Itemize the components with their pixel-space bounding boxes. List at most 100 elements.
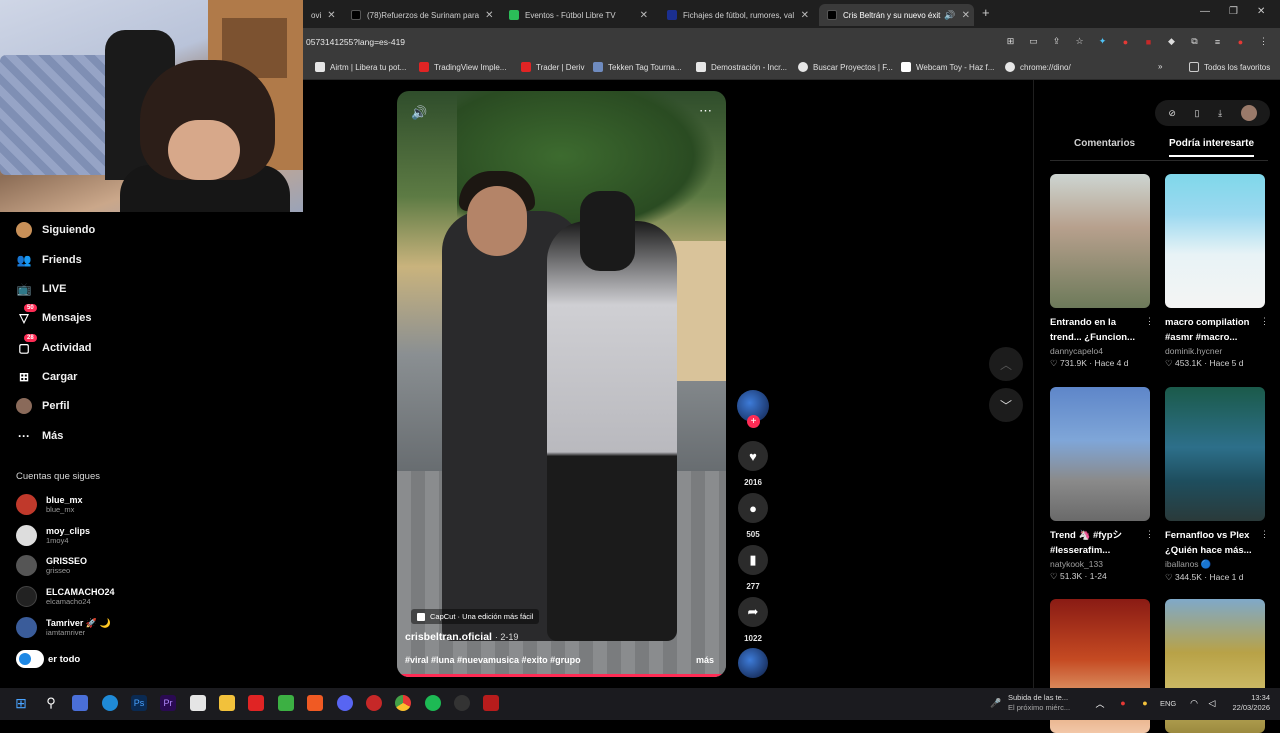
previous-video-button[interactable]: ︿	[989, 347, 1023, 381]
recommended-video-card[interactable]: Fernanfloo vs Plex ¿Quién hace más... iba…	[1165, 387, 1269, 583]
copilot-icon[interactable]	[72, 695, 88, 711]
tab-2[interactable]: Eventos - Fútbol Libre TV ✕	[501, 4, 656, 26]
close-icon[interactable]: ✕	[795, 10, 809, 21]
close-icon[interactable]: ✕	[321, 10, 335, 21]
video-progress-bar[interactable]	[397, 674, 726, 677]
notification-text[interactable]: Subida de las te... El próximo miérc...	[1008, 693, 1070, 713]
folder-icon[interactable]	[219, 695, 235, 711]
following-account[interactable]: moy_clips 1moy4	[16, 525, 90, 546]
extension-icon[interactable]: ■	[1142, 35, 1155, 48]
microphone-icon[interactable]: 🎤	[988, 695, 1004, 711]
bookmark-tekken[interactable]: Tekken Tag Tourna...	[593, 62, 682, 72]
video-hashtags[interactable]: #viral #luna #nuevamusica #exito #grupo	[405, 655, 581, 665]
share-icon[interactable]: ⇪	[1050, 35, 1063, 48]
following-account[interactable]: blue_mx blue_mx	[16, 494, 83, 515]
brave-icon[interactable]	[307, 695, 323, 711]
following-account[interactable]: GRISSEO grisseo	[16, 555, 87, 576]
like-action[interactable]: ♥ 2016	[737, 441, 769, 487]
card-more-icon[interactable]: ⋮	[1145, 529, 1154, 540]
sidebar-item-live[interactable]: 📺 LIVE	[16, 281, 67, 297]
minimize-icon[interactable]: —	[1200, 6, 1210, 17]
sidebar-item-following[interactable]: Siguiendo	[16, 222, 95, 238]
bookmark-webcamtoy[interactable]: Webcam Toy - Haz f...	[901, 62, 994, 72]
close-icon[interactable]: ✕	[956, 10, 970, 21]
extension-icon[interactable]: ●	[1119, 35, 1132, 48]
media-icon[interactable]: ≡	[1211, 35, 1224, 48]
video-thumbnail[interactable]	[1165, 387, 1265, 521]
comment-icon[interactable]: ●	[738, 493, 768, 523]
close-icon[interactable]: ✕	[479, 10, 493, 21]
edge-icon[interactable]	[102, 695, 118, 711]
tab-0[interactable]: ovi ✕	[303, 4, 343, 26]
tray-chevron-icon[interactable]: ︿	[1092, 695, 1108, 711]
chrome-icon[interactable]	[395, 695, 411, 711]
recommended-video-card[interactable]: Trend 🦄 #fypシ #lesserafim... natykook_133…	[1050, 387, 1154, 582]
app-icon[interactable]	[483, 695, 499, 711]
sidebar-item-activity[interactable]: ▢ 28 Actividad	[16, 334, 92, 356]
clock[interactable]: 13:34 22/03/2026	[1228, 693, 1270, 713]
tab-3[interactable]: Fichajes de fútbol, rumores, val ✕	[659, 4, 817, 26]
card-author[interactable]: dannycapelo4	[1050, 346, 1150, 356]
card-author[interactable]: dominik.hycner	[1165, 346, 1265, 356]
volume-icon[interactable]: 🔊	[411, 105, 427, 121]
url-field[interactable]: 0573141255?lang=es-419	[306, 37, 405, 47]
photoshop-icon[interactable]: Ps	[131, 695, 147, 711]
card-more-icon[interactable]: ⋮	[1260, 316, 1269, 327]
sidebar-item-profile[interactable]: Perfil	[16, 398, 70, 414]
new-tab-button[interactable]: +	[982, 5, 990, 20]
bookmark-star-icon[interactable]: ☆	[1073, 35, 1086, 48]
sidebar-item-upload[interactable]: ⊞ Cargar	[16, 369, 78, 385]
discord-icon[interactable]	[337, 695, 353, 711]
video-thumbnail[interactable]	[1050, 174, 1150, 308]
video-player[interactable]: macd 🔊 ⋯ CapCut · Una edición más fácil …	[397, 91, 726, 677]
card-author[interactable]: natykook_133	[1050, 559, 1150, 569]
tab-1[interactable]: (78)Refuerzos de Surinam para ✕	[343, 4, 498, 26]
wifi-icon[interactable]: ◠	[1186, 695, 1202, 711]
video-author[interactable]: crisbeltran.oficial · 2-19	[405, 631, 518, 643]
tray-app-icon[interactable]: ●	[1137, 695, 1153, 711]
download-icon[interactable]: ⤓	[1218, 108, 1222, 119]
bookmarks-overflow-icon[interactable]: »	[1158, 62, 1162, 71]
avatar[interactable]	[1240, 105, 1257, 121]
save-action[interactable]: ▮ 277	[737, 545, 769, 591]
device-icon[interactable]: ▯	[1194, 108, 1199, 119]
card-more-icon[interactable]: ⋮	[1145, 316, 1154, 327]
card-author[interactable]: iballanos 🔵	[1165, 559, 1265, 570]
compass-icon[interactable]: ⊘	[1168, 108, 1176, 119]
share-icon[interactable]: ➦	[738, 597, 768, 627]
search-icon[interactable]: ⚲	[43, 695, 59, 711]
share-action[interactable]: ➦ 1022	[737, 597, 769, 643]
capcut-label[interactable]: CapCut · Una edición más fácil	[411, 609, 540, 624]
bookmark-airtm[interactable]: Airtm | Libera tu pot...	[315, 62, 406, 72]
app-icon[interactable]	[366, 695, 382, 711]
follow-plus-icon[interactable]: +	[747, 415, 760, 428]
minecraft-icon[interactable]	[278, 695, 294, 711]
bookmark-icon[interactable]: ▮	[738, 545, 768, 575]
bookmark-tradingview[interactable]: TradingView Imple...	[419, 62, 506, 72]
following-account[interactable]: Tamriver 🚀 🌙 iamtamriver	[16, 617, 111, 638]
sidebar-item-friends[interactable]: 👥 Friends	[16, 252, 82, 268]
obs-icon[interactable]	[454, 695, 470, 711]
restore-icon[interactable]: ❐	[1229, 6, 1238, 17]
heart-icon[interactable]: ♥	[738, 441, 768, 471]
bookmark-demo[interactable]: Demostración - Incr...	[696, 62, 787, 72]
volume-icon[interactable]: ◁	[1204, 695, 1220, 711]
store-icon[interactable]	[190, 695, 206, 711]
profile-icon[interactable]: ●	[1234, 35, 1247, 48]
window-close-icon[interactable]: ✕	[1257, 6, 1265, 17]
deriv-app-icon[interactable]	[248, 695, 264, 711]
speaker-icon[interactable]: 🔊	[944, 10, 955, 21]
video-thumbnail[interactable]	[1165, 174, 1265, 308]
recommended-video-card[interactable]: Entrando en la trend... ¿Funcion... danny…	[1050, 174, 1154, 369]
more-options-icon[interactable]: ⋯	[699, 103, 712, 119]
translate-icon[interactable]: ⊞	[1004, 35, 1017, 48]
extension-icon[interactable]: ✦	[1096, 35, 1109, 48]
all-favorites[interactable]: Todos los favoritos	[1189, 62, 1270, 72]
bookmark-projects[interactable]: Buscar Proyectos | F...	[798, 62, 893, 72]
comment-action[interactable]: ● 505	[737, 493, 769, 539]
close-icon[interactable]: ✕	[634, 10, 648, 21]
extension-icon[interactable]: ◆	[1165, 35, 1178, 48]
menu-icon[interactable]: ⋮	[1257, 35, 1270, 48]
tab-comments[interactable]: Comentarios	[1074, 138, 1135, 149]
tab-active[interactable]: Cris Beltrán y su nuevo éxit 🔊 ✕	[819, 4, 974, 26]
